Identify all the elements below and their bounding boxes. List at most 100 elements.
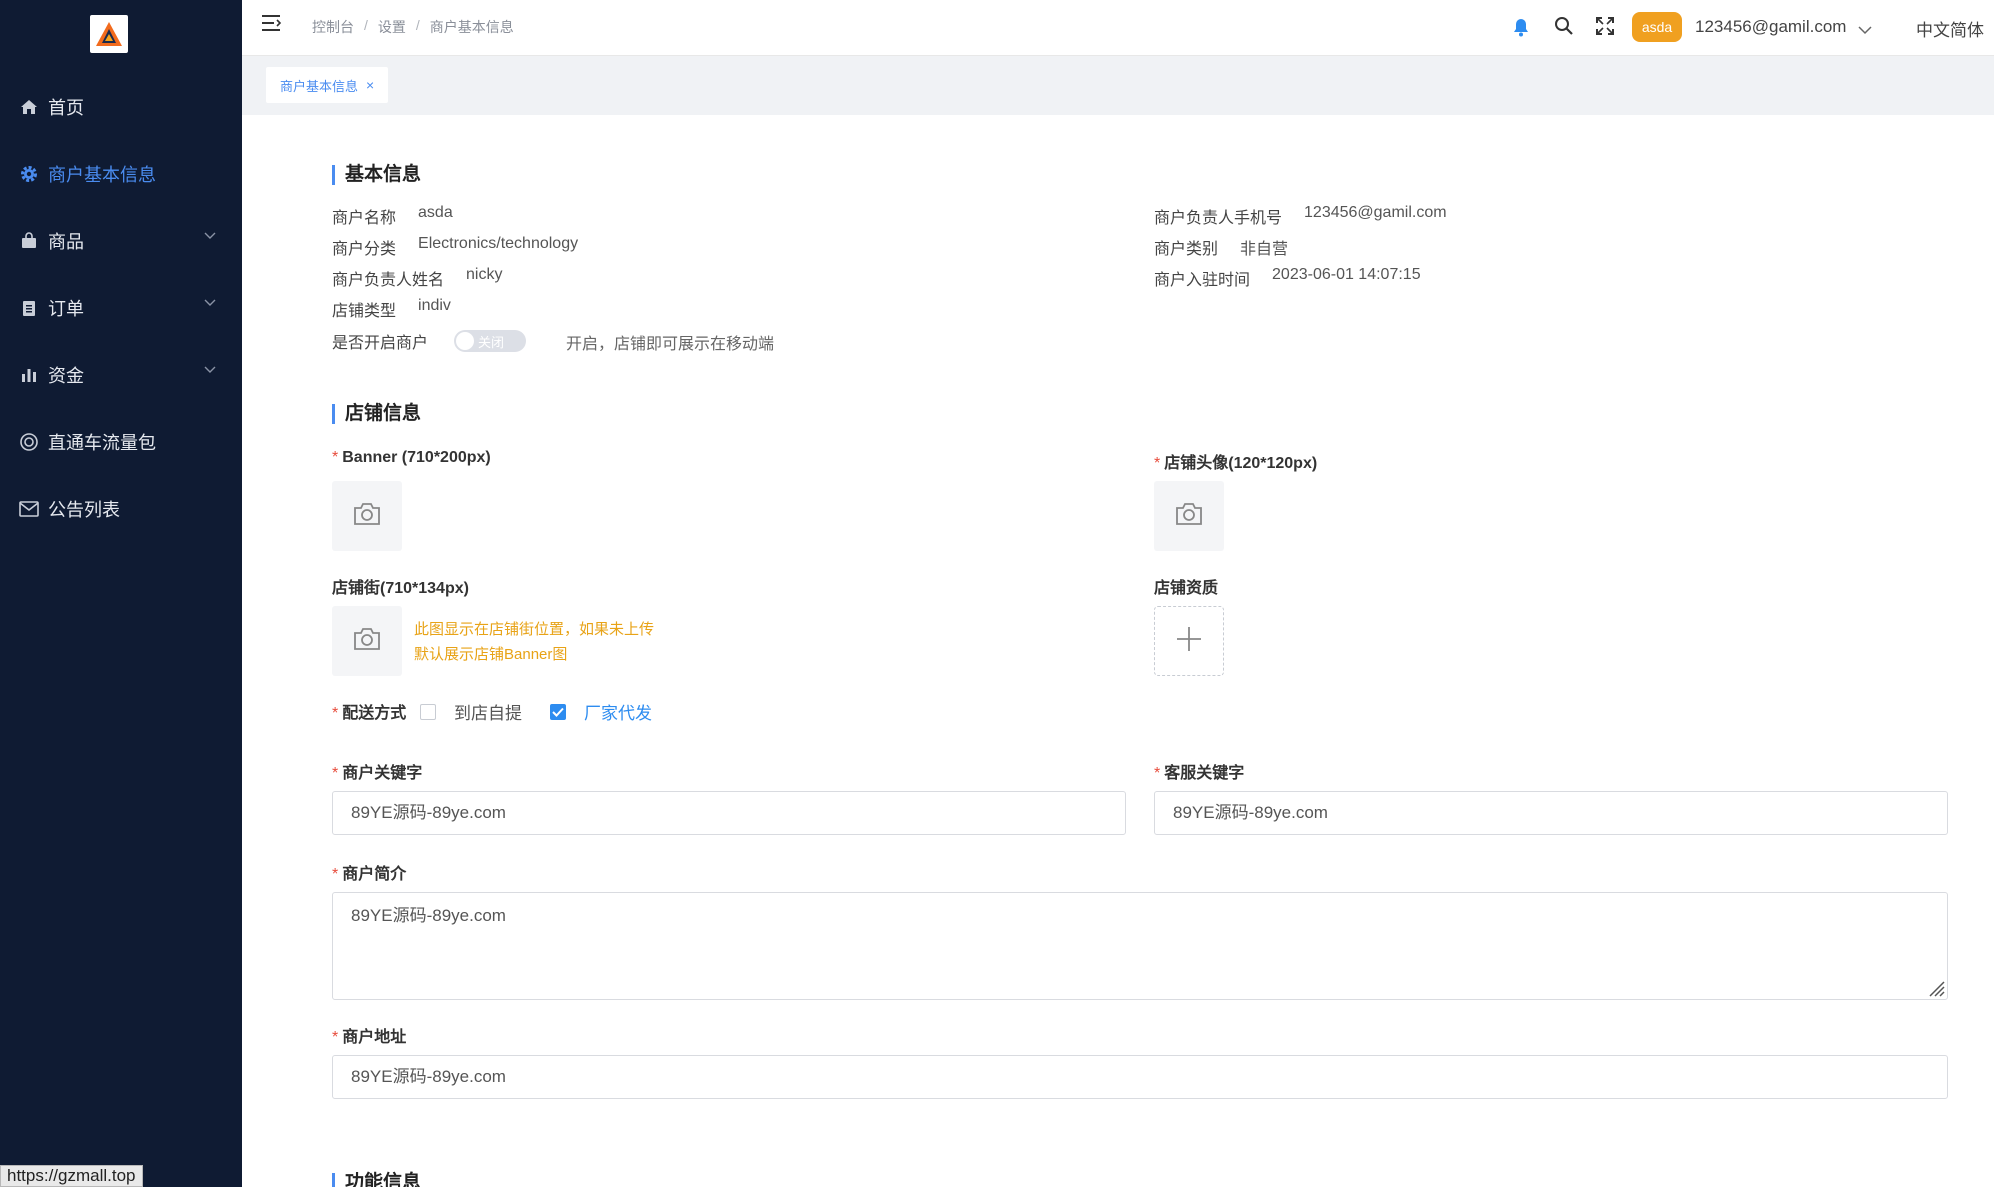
breadcrumb-item[interactable]: 设置 [378, 17, 406, 37]
avatar[interactable]: asda [1632, 12, 1682, 42]
plus-icon [1175, 625, 1203, 658]
chevron-down-icon [204, 232, 216, 239]
merchant-intro-label: * 商户简介 [332, 860, 406, 884]
required-mark: * [1154, 765, 1161, 782]
checkbox-label: 到店自提 [454, 704, 522, 723]
label-text: 配送方式 [342, 705, 407, 722]
sidebar-item-announcements[interactable]: 公告列表 [0, 482, 242, 536]
tab-merchant-info[interactable]: 商户基本信息 × [266, 67, 389, 103]
note-line: 此图显示在店铺街位置，如果未上传 [414, 621, 655, 638]
status-url: https://gzmall.top [0, 1165, 143, 1187]
label-text: 商户关键字 [342, 765, 423, 782]
sidebar-item-traffic-package[interactable]: 直通车流量包 [0, 415, 242, 469]
value: 123456@gamil.com [1304, 204, 1447, 221]
sidebar-item-funds[interactable]: 资金 [0, 348, 242, 402]
checkbox-box[interactable] [420, 703, 436, 720]
field-owner-phone: 商户负责人手机号 123456@gamil.com [1154, 204, 1447, 228]
gear-icon [18, 163, 40, 185]
chevron-down-icon[interactable] [1858, 20, 1872, 40]
sidebar-item-label: 商品 [48, 232, 84, 252]
tags-bar: 商户基本信息 × [242, 57, 1994, 115]
camera-icon [352, 626, 382, 657]
label: 是否开启商户 [332, 335, 429, 352]
mail-icon [18, 498, 40, 520]
field-store-type: 店铺类型 indiv [332, 297, 451, 321]
value: Electronics/technology [418, 235, 579, 252]
field-merchant-name: 商户名称 asda [332, 204, 453, 228]
search-icon[interactable] [1554, 16, 1574, 41]
banner-label: * Banner (710*200px) [332, 449, 491, 467]
breadcrumb-separator: / [364, 17, 368, 33]
note-line: 默认展示店铺Banner图 [414, 646, 568, 663]
required-mark: * [332, 765, 339, 782]
label-text: 商户地址 [342, 1029, 407, 1046]
check-icon [552, 707, 564, 717]
section-title-store: 店铺信息 [332, 404, 421, 424]
merchant-address-input[interactable]: 89YE源码-89ye.com [332, 1055, 1948, 1099]
sidebar-item-merchant-info[interactable]: 商户基本信息 [0, 147, 242, 201]
store-street-upload[interactable] [332, 606, 402, 676]
lifebuoy-icon [18, 431, 40, 453]
sidebar-item-home[interactable]: 首页 [0, 80, 242, 134]
logo[interactable] [90, 15, 128, 53]
required-mark: * [1154, 455, 1161, 472]
sidebar-item-label: 资金 [48, 366, 84, 386]
field-merchant-category: 商户分类 Electronics/technology [332, 235, 578, 259]
value: 2023-06-01 14:07:15 [1272, 266, 1421, 283]
breadcrumb-separator: / [415, 17, 420, 33]
bar-chart-icon [18, 364, 40, 386]
main-content: 基本信息 商户名称 asda 商户分类 Electronics/technolo… [242, 115, 1994, 1187]
menu-toggle-icon[interactable] [262, 14, 282, 37]
toggle-knob [456, 332, 474, 350]
label: 商户分类 [332, 241, 397, 258]
open-merchant-hint: 开启，店铺即可展示在移动端 [566, 336, 775, 353]
tab-label: 商户基本信息 [280, 78, 359, 94]
close-icon[interactable]: × [366, 77, 374, 93]
sidebar-item-products[interactable]: 商品 [0, 214, 242, 268]
merchant-keyword-input[interactable]: 89YE源码-89ye.com [332, 791, 1126, 835]
delivery-pickup-checkbox[interactable]: 到店自提 [420, 699, 522, 724]
label: 商户负责人姓名 [332, 272, 445, 289]
banner-upload[interactable] [332, 481, 402, 551]
field-merchant-kind: 商户类别 非自营 [1154, 235, 1288, 259]
value: 非自营 [1240, 241, 1289, 258]
delivery-dropship-checkbox[interactable]: 厂家代发 [550, 699, 652, 724]
label: 商户名称 [332, 210, 397, 227]
merchant-address-label: * 商户地址 [332, 1023, 406, 1047]
section-title-basic: 基本信息 [332, 165, 421, 185]
bell-icon[interactable] [1512, 17, 1530, 42]
breadcrumb-item[interactable]: 控制台 [312, 17, 354, 37]
chevron-down-icon [204, 366, 216, 373]
bag-icon [18, 230, 40, 252]
camera-icon [352, 501, 382, 532]
service-keyword-input[interactable]: 89YE源码-89ye.com [1154, 791, 1948, 835]
qualification-upload[interactable] [1154, 606, 1224, 676]
store-street-note: 此图显示在店铺街位置，如果未上传 默认展示店铺Banner图 [414, 617, 654, 667]
label: 商户类别 [1154, 241, 1219, 258]
store-street-label: 店铺街(710*134px) [332, 580, 469, 597]
sidebar: 首页 商户基本信息 商品 订单 资金 直通车流量包 公告列表 https://g… [0, 0, 242, 1187]
value: asda [418, 204, 453, 221]
breadcrumb: 控制台 / 设置 / 商户基本信息 [312, 17, 514, 37]
qualification-label: 店铺资质 [1154, 580, 1219, 597]
user-email[interactable]: 123456@gamil.com [1695, 17, 1846, 37]
service-keyword-label: * 客服关键字 [1154, 759, 1244, 783]
label-text: 商户简介 [342, 866, 407, 883]
language-switch[interactable]: 中文简体 [1916, 16, 1984, 41]
fullscreen-icon[interactable] [1596, 17, 1614, 40]
checkbox-box[interactable] [550, 703, 566, 720]
home-icon [18, 96, 40, 118]
logo-icon [96, 22, 122, 46]
field-open-merchant-label: 是否开启商户 [332, 329, 428, 353]
sidebar-item-label: 订单 [48, 299, 84, 319]
sidebar-item-label: 直通车流量包 [48, 433, 156, 453]
required-mark: * [332, 1029, 339, 1046]
field-owner-name: 商户负责人姓名 nicky [332, 266, 502, 290]
value: nicky [466, 266, 503, 283]
sidebar-item-orders[interactable]: 订单 [0, 281, 242, 335]
store-avatar-upload[interactable] [1154, 481, 1224, 551]
open-merchant-toggle[interactable]: 关闭 [454, 330, 526, 352]
merchant-intro-textarea[interactable]: 89YE源码-89ye.com [332, 892, 1948, 1000]
field-joined-time: 商户入驻时间 2023-06-01 14:07:15 [1154, 266, 1421, 290]
resize-handle-icon[interactable] [1925, 977, 1945, 997]
